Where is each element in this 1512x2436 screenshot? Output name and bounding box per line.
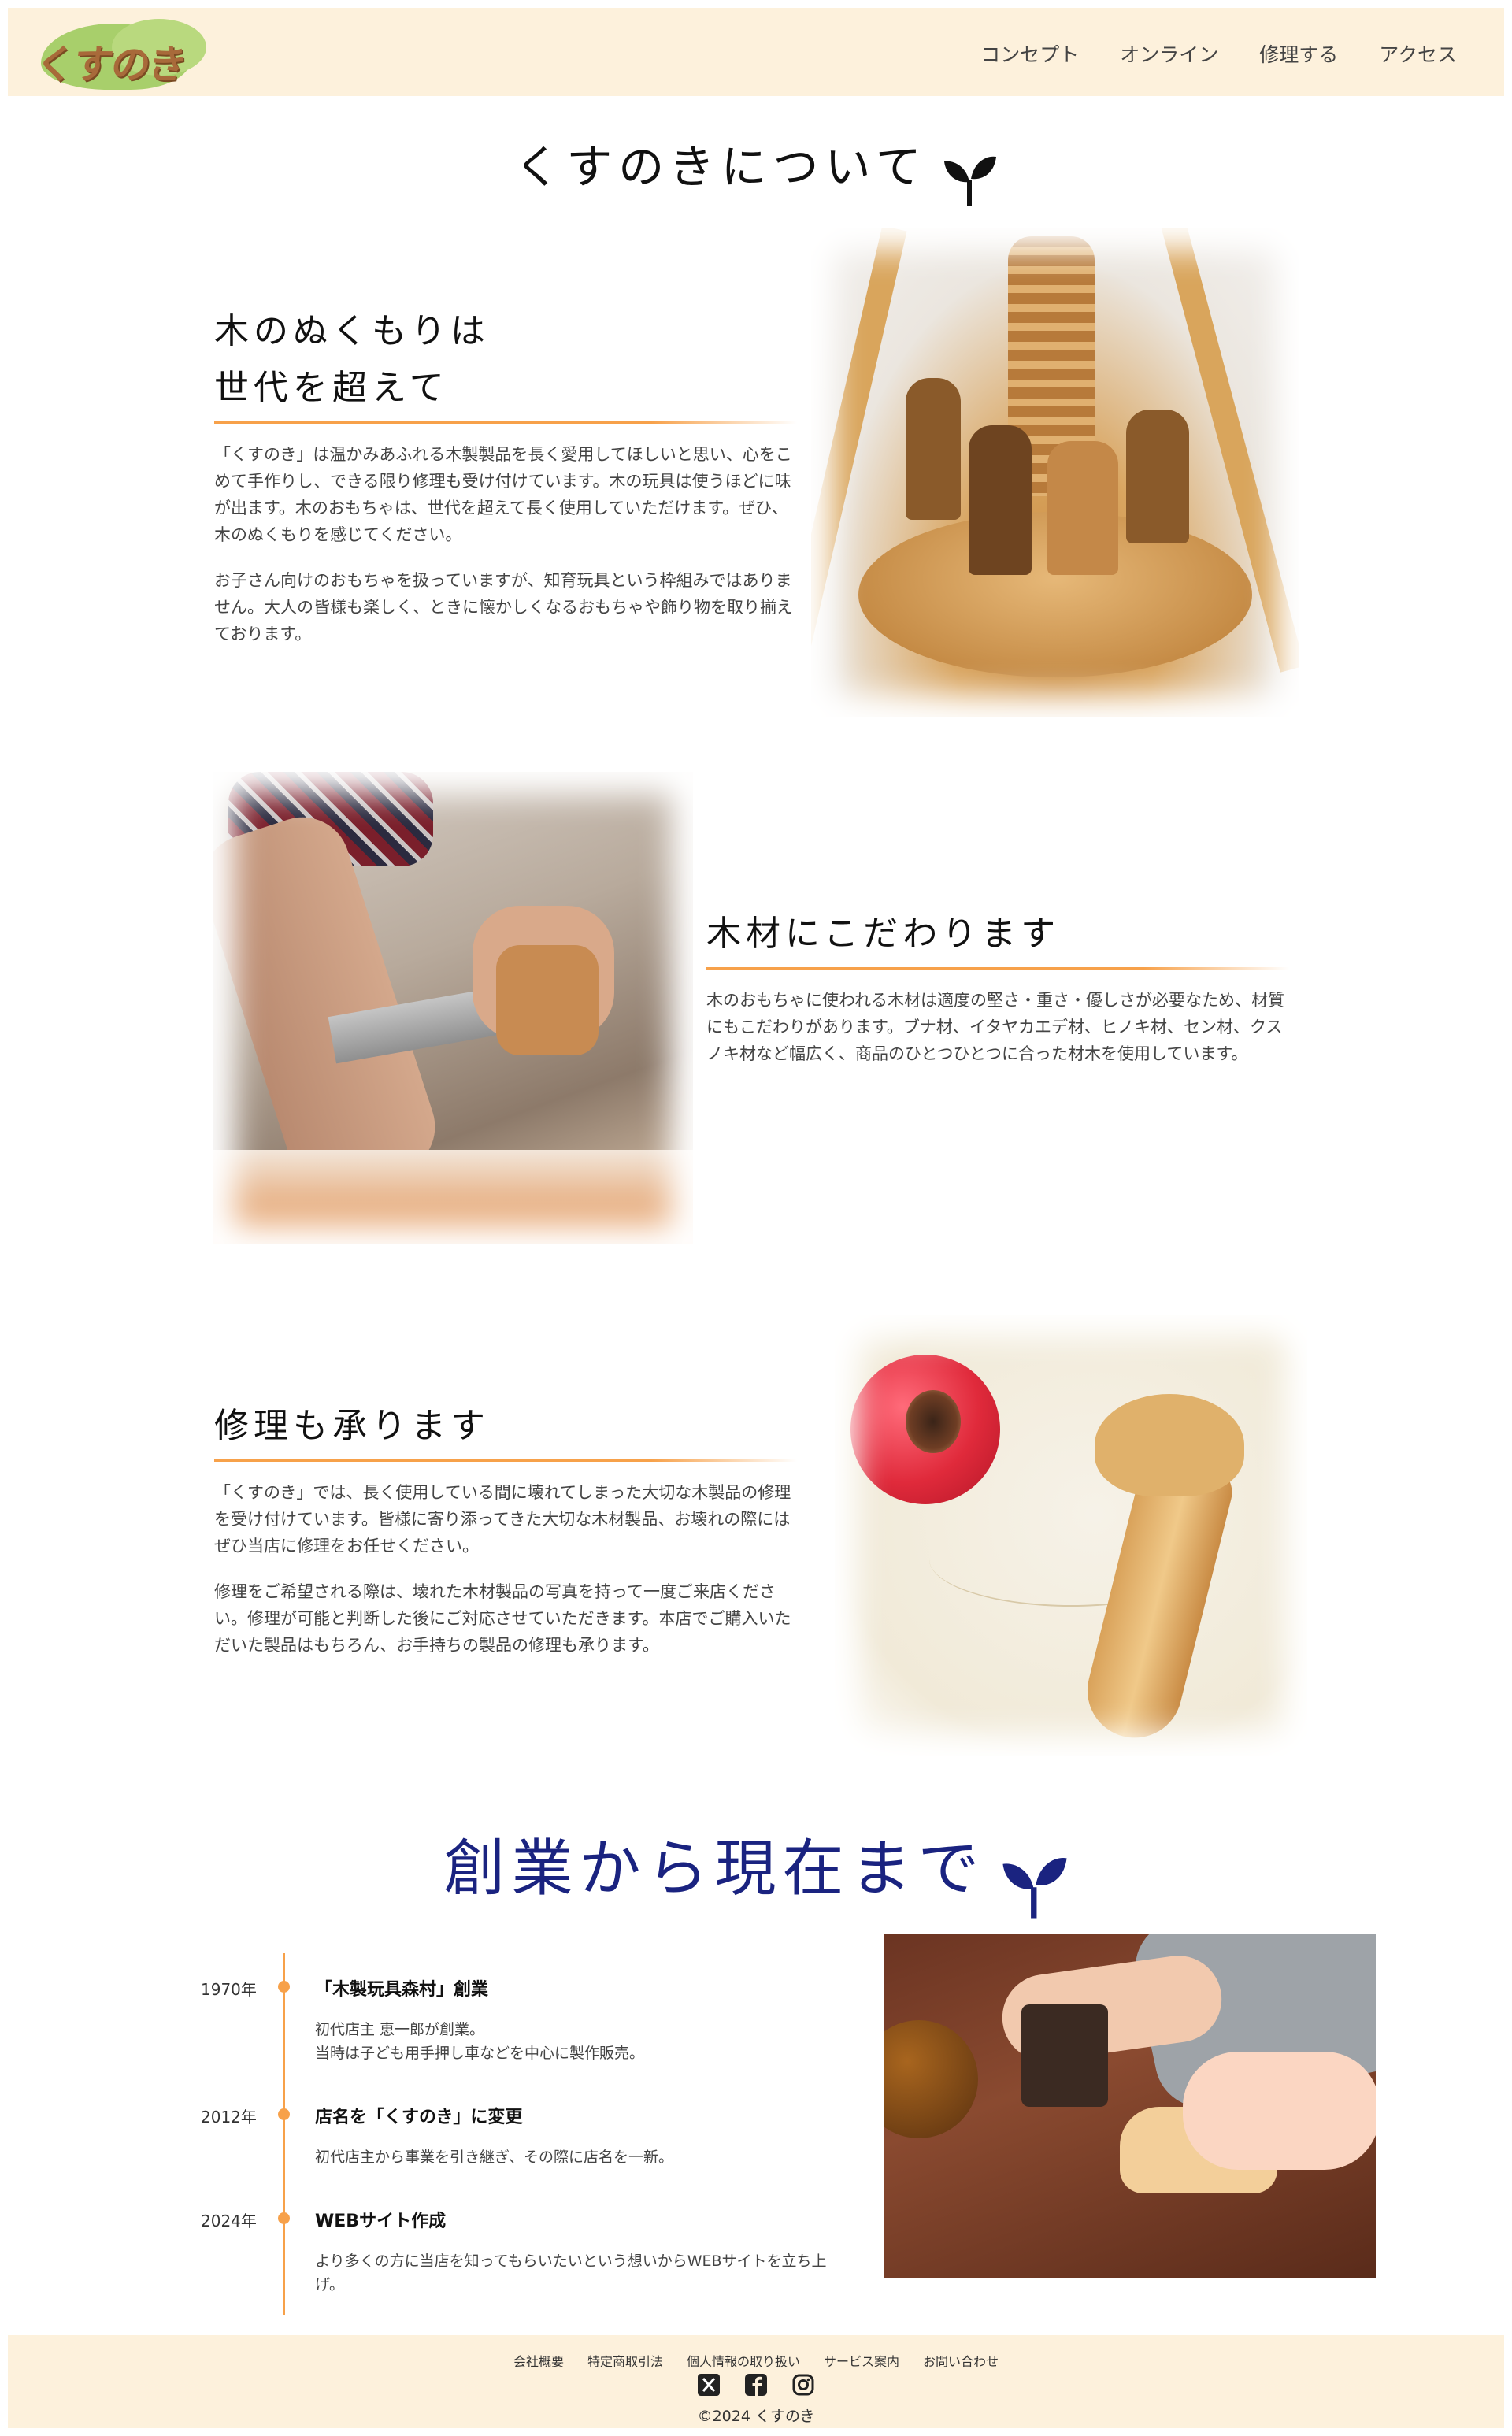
instagram-icon[interactable] <box>791 2373 815 2397</box>
sprout-icon <box>943 156 996 206</box>
history-title-text: 創業から現在まで <box>443 1833 986 1904</box>
footer-link-company[interactable]: 会社概要 <box>513 2351 564 2370</box>
footer-link-contact[interactable]: お問い合わせ <box>923 2351 999 2370</box>
feature-repair: 修理も承ります 「くすのき」では、長く使用している間に壊れてしまった大切な木製品… <box>214 1398 797 1678</box>
nav-concept[interactable]: コンセプト <box>980 39 1079 68</box>
timeline-desc-line: 当時は子ども用手押し車などを中心に製作販売。 <box>315 2045 645 2062</box>
footer-link-privacy[interactable]: 個人情報の取り扱い <box>687 2351 800 2370</box>
feature-heading: 木材にこだわります <box>706 914 1061 954</box>
logo[interactable]: くすのき <box>25 19 206 91</box>
timeline-dot <box>278 2108 290 2120</box>
timeline-title: WEBサイト作成 <box>315 2212 447 2231</box>
timeline-title: 「木製玩具森村」創業 <box>315 1980 489 2000</box>
nav-online[interactable]: オンライン <box>1120 39 1218 68</box>
feature-paragraph: 「くすのき」では、長く使用している間に壊れてしまった大切な木製品の修理を受け付け… <box>214 1483 791 1555</box>
heading-underline <box>214 1459 797 1462</box>
timeline-title: 店名を「くすのき」に変更 <box>315 2108 523 2127</box>
woodworking-saw-photo <box>213 772 693 1244</box>
about-title-text: くすのきについて <box>514 140 928 194</box>
timeline-description: より多くの方に当店を知ってもらいたいという想いからWEBサイトを立ち上げ。 <box>315 2252 827 2293</box>
timeline-line <box>283 1953 285 2315</box>
heading-line-1: 木のぬくもりは <box>214 311 490 351</box>
timeline-year: 1970年 <box>201 1980 257 1999</box>
feature-paragraph: 「くすのき」は温かみあふれる木製製品を長く愛用してほしいと思い、心をこめて手作り… <box>214 445 792 544</box>
site-header: くすのき コンセプト オンライン 修理する アクセス <box>8 8 1504 96</box>
feature-wood-material: 木材にこだわります 木のおもちゃに使われる木材は適度の堅さ・重さ・優しさが必要な… <box>706 906 1289 1086</box>
kendama-photo <box>835 1315 1307 1756</box>
footer-links: 会社概要 特定商取引法 個人情報の取り扱い サービス案内 お問い合わせ <box>8 2351 1504 2370</box>
facebook-icon[interactable] <box>744 2373 768 2397</box>
feature-warmth: 木のぬくもりは 世代を超えて 「くすのき」は温かみあふれる木製製品を長く愛用して… <box>214 303 797 666</box>
history-timeline: 1970年 「木製玩具森村」創業 初代店主 恵一郎が創業。 当時は子ども用手押し… <box>189 1945 866 2315</box>
feature-paragraph: 木のおもちゃに使われる木材は適度の堅さ・重さ・優しさが必要なため、材質にもこだわ… <box>706 991 1284 1063</box>
heading-underline <box>706 967 1289 970</box>
timeline-desc-line: 初代店主 恵一郎が創業。 <box>315 2021 485 2038</box>
site-footer: 会社概要 特定商取引法 個人情報の取り扱い サービス案内 お問い合わせ ©202… <box>8 2335 1504 2428</box>
social-links <box>8 2373 1504 2397</box>
timeline-desc-line: 初代店主から事業を引き継ぎ、その際に店名を一新。 <box>315 2149 674 2166</box>
footer-link-commerce-law[interactable]: 特定商取引法 <box>587 2351 663 2370</box>
heading-line-2: 世代を超えて <box>214 368 449 408</box>
feature-heading: 修理も承ります <box>214 1406 490 1446</box>
x-icon[interactable] <box>697 2373 721 2397</box>
nav-access[interactable]: アクセス <box>1379 39 1457 68</box>
feature-paragraph: 修理をご希望される際は、壊れた木材製品の写真を持って一度ご来店ください。修理が可… <box>214 1582 791 1655</box>
children-playing-wooden-toys-photo <box>884 1934 1376 2278</box>
timeline-description: 初代店主 恵一郎が創業。 当時は子ども用手押し車などを中心に製作販売。 <box>315 2018 866 2065</box>
timeline-year: 2012年 <box>201 2108 257 2126</box>
timeline-year: 2024年 <box>201 2212 257 2230</box>
history-title: 創業から現在まで <box>0 1819 1512 1920</box>
logo-text: くすのき <box>32 41 190 87</box>
feature-paragraph: お子さん向けのおもちゃを扱っていますが、知育玩具という枠組みではありません。大人… <box>214 571 793 643</box>
timeline-dot <box>278 2212 290 2224</box>
timeline-dot <box>278 1981 290 1993</box>
wooden-pyramid-toy-photo <box>811 228 1299 717</box>
copyright: ©2024 くすのき <box>697 2408 815 2425</box>
about-title: くすのきについて <box>0 130 1512 207</box>
footer-link-services[interactable]: サービス案内 <box>824 2351 899 2370</box>
feature-heading: 木のぬくもりは 世代を超えて <box>214 303 797 421</box>
main-nav: コンセプト オンライン 修理する アクセス <box>980 39 1457 68</box>
sprout-icon <box>1002 1857 1067 1919</box>
nav-repair[interactable]: 修理する <box>1259 39 1338 68</box>
timeline-description: 初代店主から事業を引き継ぎ、その際に店名を一新。 <box>315 2145 866 2169</box>
heading-underline <box>214 421 797 424</box>
